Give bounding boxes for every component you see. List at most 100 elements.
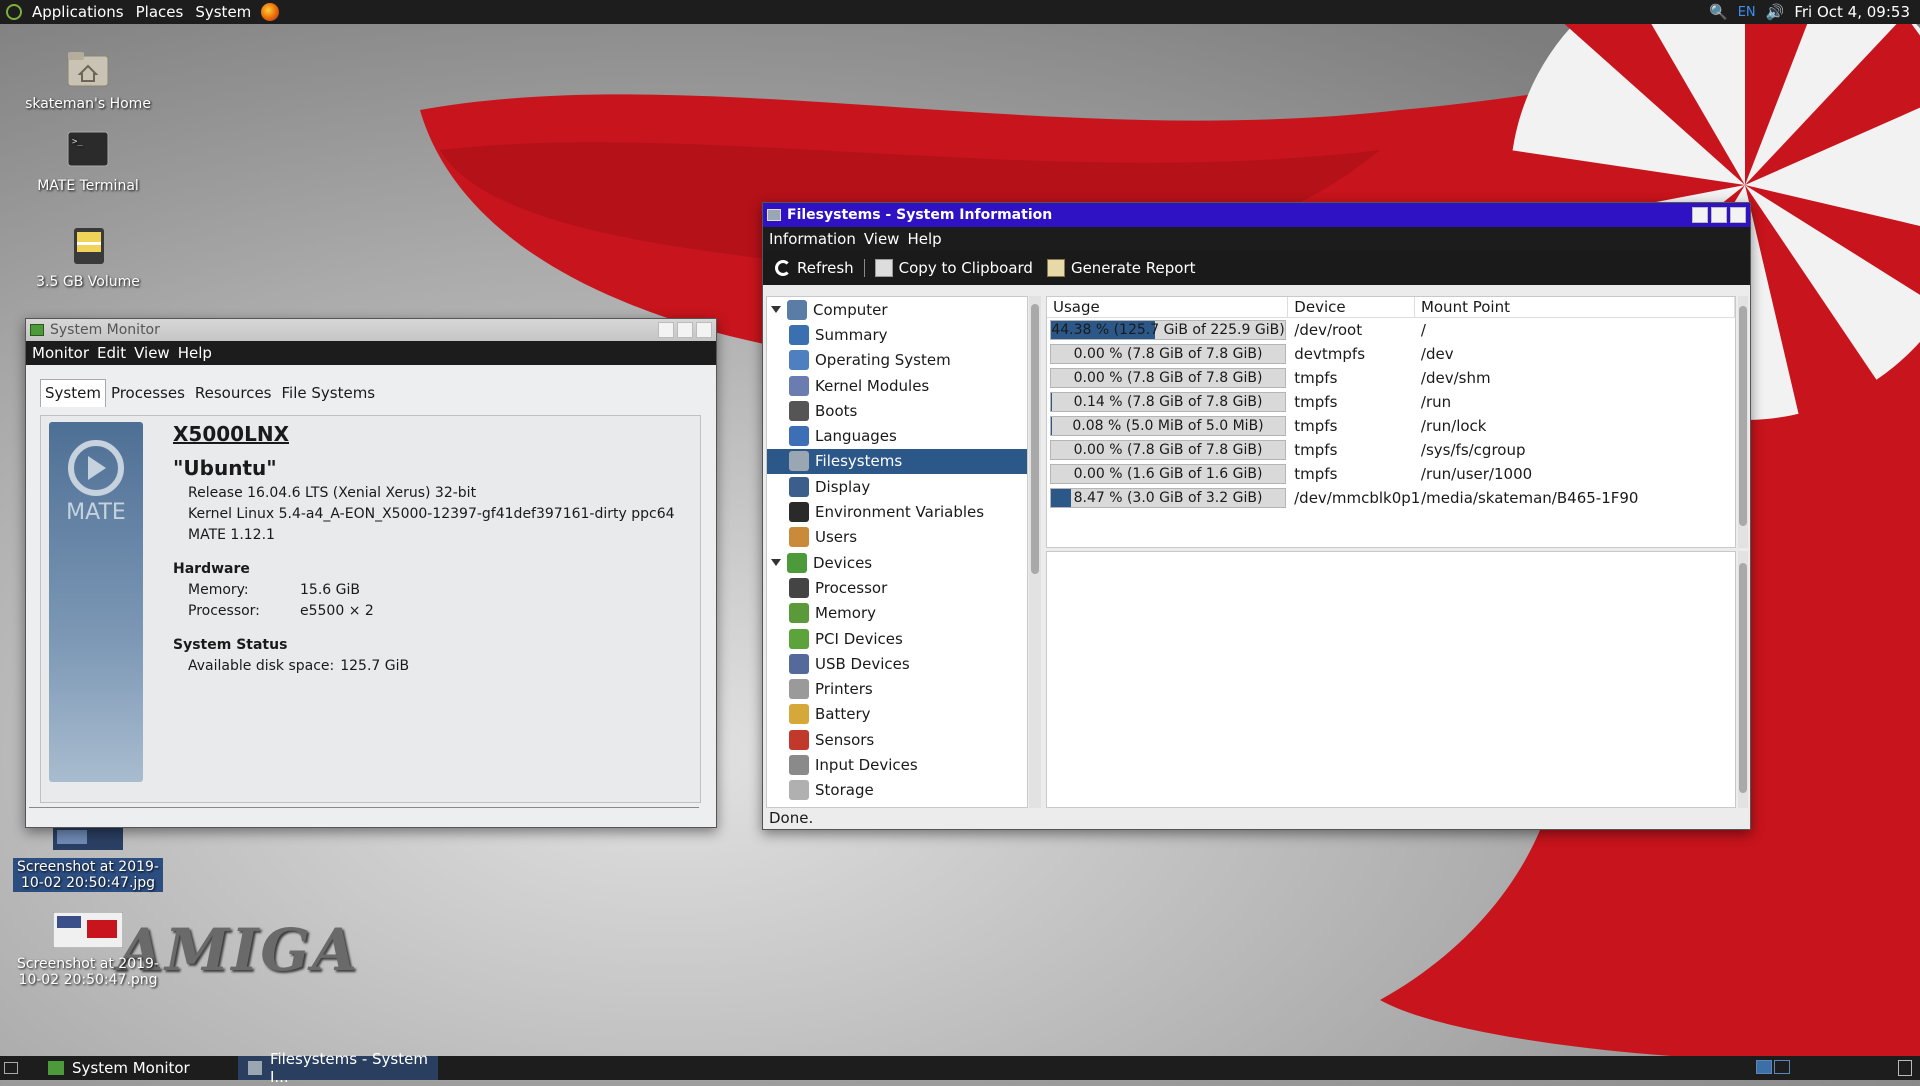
- tab-resources[interactable]: Resources: [190, 379, 277, 407]
- tree-item-usb-devices[interactable]: USB Devices: [767, 651, 1027, 676]
- image-thumbnail-icon: [53, 826, 123, 850]
- column-header-device[interactable]: Device: [1288, 297, 1415, 317]
- workspace-2[interactable]: [1774, 1060, 1790, 1074]
- tree-item-pci-devices[interactable]: PCI Devices: [767, 626, 1027, 651]
- tree-item-computer[interactable]: Computer: [767, 297, 1027, 322]
- tree-item-summary[interactable]: Summary: [767, 322, 1027, 347]
- usage-progress-bar: 44.38 % (125.7 GiB of 225.9 GiB): [1050, 320, 1286, 340]
- menu-information[interactable]: Information: [769, 230, 856, 248]
- menu-edit[interactable]: Edit: [97, 344, 126, 362]
- table-row[interactable]: 0.00 % (1.6 GiB of 1.6 GiB)tmpfs/run/use…: [1047, 462, 1735, 486]
- system-menu[interactable]: System: [189, 3, 257, 21]
- keyboard-layout-indicator[interactable]: EN: [1738, 5, 1756, 20]
- power-icon: [789, 401, 809, 421]
- tab-system[interactable]: System: [40, 379, 106, 407]
- tree-item-users[interactable]: Users: [767, 525, 1027, 550]
- clock[interactable]: Fri Oct 4, 09:53: [1794, 3, 1910, 21]
- table-row[interactable]: 0.00 % (7.8 GiB of 7.8 GiB)devtmpfs/dev: [1047, 342, 1735, 366]
- column-header-mount-point[interactable]: Mount Point: [1415, 297, 1735, 317]
- tree-item-printers[interactable]: Printers: [767, 676, 1027, 701]
- table-scrollbar[interactable]: [1738, 296, 1748, 548]
- desktop-icon-home[interactable]: skateman's Home: [13, 48, 163, 112]
- table-row[interactable]: 8.47 % (3.0 GiB of 3.2 GiB)/dev/mmcblk0p…: [1047, 486, 1735, 510]
- show-desktop-icon[interactable]: [4, 1062, 18, 1074]
- tree-item-label: Printers: [815, 680, 873, 698]
- desktop-icon-volume[interactable]: 3.5 GB Volume: [13, 226, 163, 290]
- tree-item-storage[interactable]: Storage: [767, 778, 1027, 803]
- tree-item-battery[interactable]: Battery: [767, 702, 1027, 727]
- tree-scrollbar[interactable]: [1029, 296, 1041, 808]
- tree-item-environment-variables[interactable]: Environment Variables: [767, 499, 1027, 524]
- generate-report-button[interactable]: Generate Report: [1047, 259, 1196, 277]
- scrollbar-thumb[interactable]: [1739, 306, 1747, 526]
- usage-cell: 0.00 % (7.8 GiB of 7.8 GiB): [1047, 440, 1288, 460]
- computer-icon: [787, 300, 807, 320]
- expander-triangle-icon[interactable]: [771, 306, 781, 313]
- tree-item-input-devices[interactable]: Input Devices: [767, 752, 1027, 777]
- workspace-1[interactable]: [1756, 1060, 1772, 1074]
- tab-file-systems[interactable]: File Systems: [277, 379, 381, 407]
- memory-label: Memory:: [188, 582, 300, 598]
- table-row[interactable]: 0.14 % (7.8 GiB of 7.8 GiB)tmpfs/run: [1047, 390, 1735, 414]
- toolbar-separator: [864, 259, 865, 277]
- tree-item-processor[interactable]: Processor: [767, 575, 1027, 600]
- system-tray: 🔍 EN 🔊 Fri Oct 4, 09:53: [1709, 0, 1910, 24]
- maximize-button[interactable]: [1711, 207, 1727, 223]
- usage-text: 8.47 % (3.0 GiB of 3.2 GiB): [1051, 489, 1285, 507]
- memory-row: Memory: 15.6 GiB: [188, 582, 675, 598]
- tree-item-sensors[interactable]: Sensors: [767, 727, 1027, 752]
- tab-processes[interactable]: Processes: [106, 379, 190, 407]
- titlebar[interactable]: Filesystems - System Information: [763, 203, 1750, 227]
- menu-monitor[interactable]: Monitor: [32, 344, 89, 362]
- column-header-usage[interactable]: Usage: [1047, 297, 1288, 317]
- mount-point-cell: /media/skateman/B465-1F90: [1415, 489, 1735, 507]
- statusbar-divider: [29, 807, 699, 809]
- tree-item-label: Memory: [815, 604, 876, 622]
- usage-text: 0.00 % (7.8 GiB of 7.8 GiB): [1051, 369, 1285, 387]
- desktop-icon-terminal[interactable]: >_ MATE Terminal: [13, 130, 163, 194]
- tree-item-languages[interactable]: Languages: [767, 423, 1027, 448]
- tree-item-boots[interactable]: Boots: [767, 398, 1027, 423]
- taskbar-system-monitor[interactable]: System Monitor: [38, 1056, 238, 1080]
- scrollbar-thumb[interactable]: [1031, 304, 1039, 574]
- taskbar-system-information[interactable]: Filesystems - System I...: [238, 1056, 438, 1080]
- scrollbar-thumb[interactable]: [1739, 563, 1747, 793]
- tree-item-memory[interactable]: Memory: [767, 601, 1027, 626]
- close-button[interactable]: [1730, 207, 1746, 223]
- refresh-button[interactable]: Refresh: [775, 259, 854, 277]
- tree-item-devices[interactable]: Devices: [767, 550, 1027, 575]
- desktop-icon-screenshot-png[interactable]: Screenshot at 2019-10-02 20:50:47.png: [13, 912, 163, 988]
- close-button[interactable]: [696, 322, 712, 338]
- table-row[interactable]: 0.08 % (5.0 MiB of 5.0 MiB)tmpfs/run/loc…: [1047, 414, 1735, 438]
- menu-view[interactable]: View: [864, 230, 900, 248]
- applications-menu[interactable]: Applications: [26, 3, 130, 21]
- menu-help[interactable]: Help: [178, 344, 212, 362]
- detail-scrollbar[interactable]: [1738, 551, 1748, 808]
- titlebar[interactable]: System Monitor: [26, 319, 716, 341]
- search-icon[interactable]: 🔍: [1709, 3, 1728, 21]
- minimize-button[interactable]: [1692, 207, 1708, 223]
- firefox-launcher-icon[interactable]: [261, 3, 279, 21]
- tree-item-display[interactable]: Display: [767, 474, 1027, 499]
- system-monitor-app-icon: [30, 324, 44, 336]
- expander-triangle-icon[interactable]: [771, 559, 781, 566]
- table-row[interactable]: 0.00 % (7.8 GiB of 7.8 GiB)tmpfs/sys/fs/…: [1047, 438, 1735, 462]
- table-row[interactable]: 44.38 % (125.7 GiB of 225.9 GiB)/dev/roo…: [1047, 318, 1735, 342]
- tree-item-filesystems[interactable]: Filesystems: [767, 449, 1027, 474]
- usage-progress-bar: 0.00 % (7.8 GiB of 7.8 GiB): [1050, 344, 1286, 364]
- table-row[interactable]: 0.00 % (7.8 GiB of 7.8 GiB)tmpfs/dev/shm: [1047, 366, 1735, 390]
- trash-icon[interactable]: [1898, 1060, 1912, 1076]
- copy-to-clipboard-button[interactable]: Copy to Clipboard: [875, 259, 1033, 277]
- volume-icon[interactable]: 🔊: [1766, 3, 1785, 21]
- hardinfo-app-icon: [248, 1061, 262, 1075]
- tree-item-operating-system[interactable]: Operating System: [767, 348, 1027, 373]
- mate-logo-icon[interactable]: [6, 4, 22, 20]
- menu-view[interactable]: View: [134, 344, 170, 362]
- places-menu[interactable]: Places: [130, 3, 190, 21]
- minimize-button[interactable]: [658, 322, 674, 338]
- tree-item-kernel-modules[interactable]: Kernel Modules: [767, 373, 1027, 398]
- detail-pane: [1046, 551, 1736, 808]
- maximize-button[interactable]: [677, 322, 693, 338]
- desktop-icon-screenshot-jpg[interactable]: Screenshot at 2019-10-02 20:50:47.jpg: [13, 826, 163, 892]
- menu-help[interactable]: Help: [907, 230, 941, 248]
